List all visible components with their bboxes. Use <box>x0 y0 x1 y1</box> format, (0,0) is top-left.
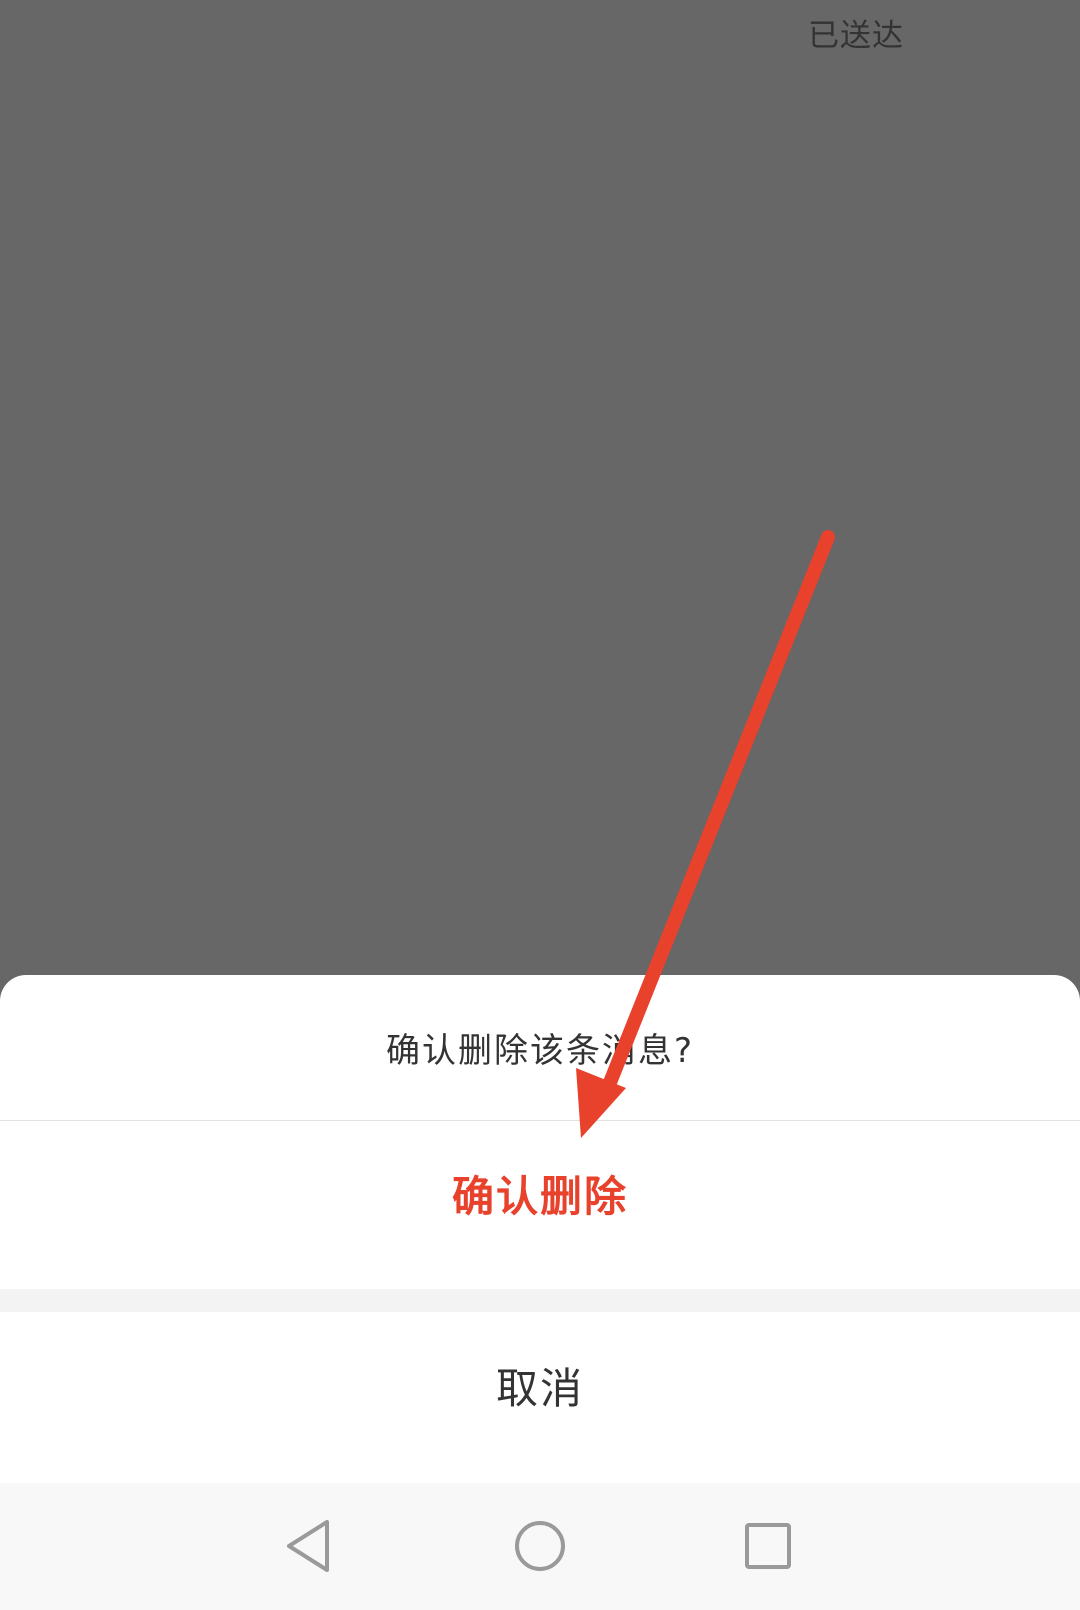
cancel-button[interactable]: 取消 <box>0 1312 1080 1458</box>
home-circle-icon <box>515 1521 565 1571</box>
back-button[interactable] <box>268 1506 348 1586</box>
screen: 已送达 确认删除该条消息? 确认删除 取消 <box>0 0 1080 1610</box>
delivered-status: 已送达 <box>808 18 904 54</box>
recents-button[interactable] <box>728 1506 808 1586</box>
confirm-delete-button[interactable]: 确认删除 <box>0 1121 1080 1265</box>
home-button[interactable] <box>500 1506 580 1586</box>
delete-confirm-sheet: 确认删除该条消息? 确认删除 取消 <box>0 975 1080 1483</box>
recents-square-icon <box>745 1523 791 1569</box>
section-gap <box>0 1289 1080 1312</box>
back-triangle-icon <box>287 1520 329 1572</box>
system-navigation-bar <box>0 1483 1080 1610</box>
dialog-title: 确认删除该条消息? <box>385 1031 695 1071</box>
